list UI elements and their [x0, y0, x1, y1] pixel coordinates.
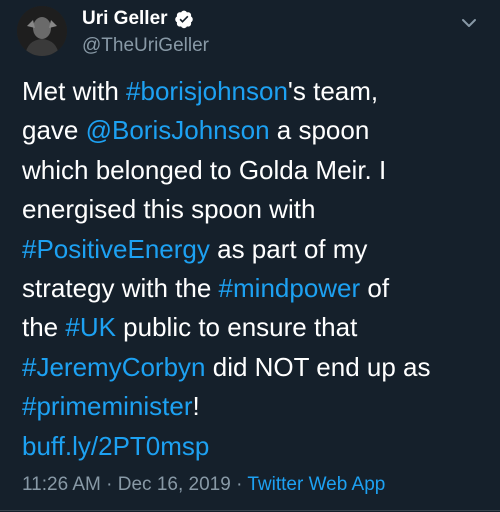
- avatar[interactable]: [17, 6, 67, 56]
- tweet-link[interactable]: #primeminister: [22, 391, 193, 421]
- tweet-source[interactable]: Twitter Web App: [247, 474, 385, 495]
- avatar-image: [17, 6, 67, 56]
- handle[interactable]: @TheUriGeller: [82, 35, 209, 57]
- display-name[interactable]: Uri Geller: [82, 8, 194, 30]
- tweet-text-segment: did NOT end up as: [212, 351, 431, 382]
- display-name-text: Uri Geller: [82, 8, 168, 29]
- meta-separator: ·: [106, 474, 118, 495]
- tweet-link[interactable]: #borisjohnson: [126, 76, 288, 106]
- tweet-link[interactable]: buff.ly/2PT0msp: [22, 431, 209, 461]
- tweet-text: Met with #borisjohnson's team, gave @Bor…: [22, 72, 492, 466]
- tweet-date[interactable]: Dec 16, 2019: [118, 474, 231, 495]
- tweet-link[interactable]: #mindpower: [219, 273, 361, 303]
- tweet-text-segment: Met with: [22, 76, 127, 106]
- tweet-text-segment: public to ensure that: [123, 312, 358, 343]
- chevron-down-icon[interactable]: [460, 14, 478, 32]
- tweet-text-segment: !: [192, 391, 200, 422]
- verified-badge-icon: [174, 10, 193, 29]
- tweet-link[interactable]: #UK: [65, 312, 116, 342]
- divider: [0, 510, 500, 511]
- tweet-link[interactable]: #PositiveEnergy: [22, 234, 210, 264]
- tweet-link[interactable]: #JeremyCorbyn: [22, 352, 206, 382]
- meta-separator: ·: [236, 474, 248, 495]
- tweet-time[interactable]: 11:26 AM: [22, 474, 101, 495]
- tweet-meta: 11:26 AM · Dec 16, 2019 · Twitter Web Ap…: [22, 474, 385, 496]
- tweet-link[interactable]: @BorisJohnson: [86, 115, 270, 145]
